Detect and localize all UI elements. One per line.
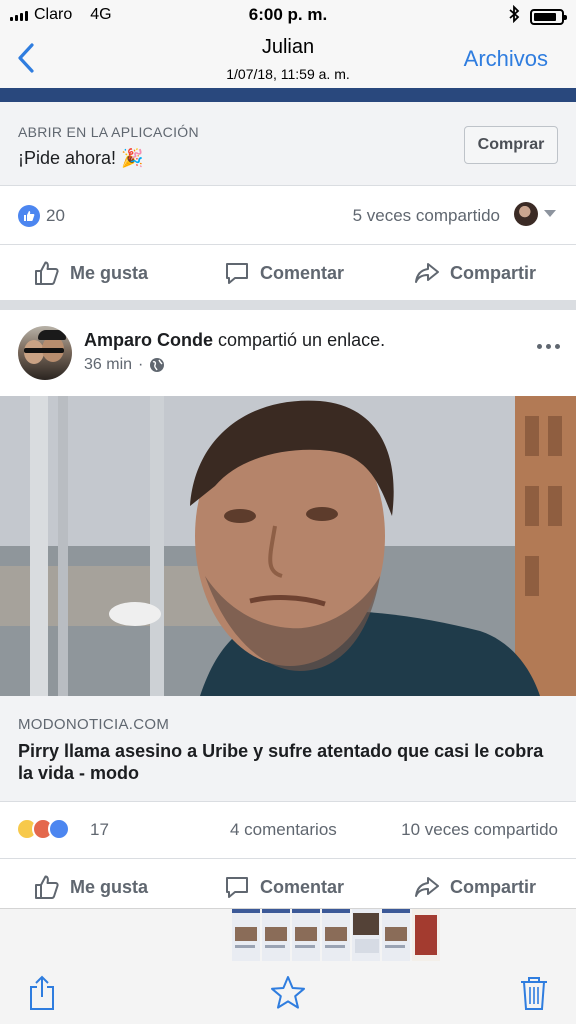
comprar-button[interactable]: Comprar xyxy=(464,126,558,164)
news-photo xyxy=(0,396,576,696)
post2-header: Amparo Conde compartió un enlace. 36 min… xyxy=(0,310,576,398)
link-preview-image[interactable] xyxy=(0,396,576,696)
post-author-line: Amparo Conde compartió un enlace. xyxy=(84,330,385,351)
share-arrow-icon xyxy=(415,263,439,283)
photo-thumbnail[interactable] xyxy=(352,909,380,961)
status-bar: Claro 4G 6:00 p. m. xyxy=(0,0,576,30)
author-name[interactable]: Amparo Conde xyxy=(84,330,213,350)
photo-thumbnail[interactable] xyxy=(412,909,440,961)
status-time: 6:00 p. m. xyxy=(248,5,328,24)
photo-thumbnail[interactable] xyxy=(382,909,410,961)
link-preview-info[interactable]: MODONOTICIA.COM Pirry llama asesino a Ur… xyxy=(0,696,576,802)
reactions-summary[interactable] xyxy=(16,818,70,840)
like-button[interactable]: Me gusta xyxy=(34,245,148,301)
photo-thumbnail-strip[interactable] xyxy=(232,909,440,961)
post1-stats: 20 5 veces compartido xyxy=(0,188,576,244)
share-arrow-icon xyxy=(415,877,439,897)
post2-stats: 17 4 comentarios 10 veces compartido xyxy=(0,802,576,858)
photo-thumbnail[interactable] xyxy=(232,909,260,961)
comment-button[interactable]: Comentar xyxy=(224,245,344,301)
post-time[interactable]: 36 min xyxy=(84,356,132,374)
like-label: Me gusta xyxy=(70,876,149,897)
post-separator xyxy=(0,300,576,310)
facebook-header-strip xyxy=(0,88,576,102)
sharer-avatar[interactable] xyxy=(514,202,538,226)
share-label: Compartir xyxy=(450,876,537,897)
archivos-button[interactable]: Archivos xyxy=(464,46,548,72)
like-count[interactable]: 20 xyxy=(46,206,65,226)
like-button[interactable]: Me gusta xyxy=(34,859,148,908)
share-button[interactable]: Compartir xyxy=(414,859,536,908)
reaction-count[interactable]: 17 xyxy=(90,820,109,840)
photo-thumbnail[interactable] xyxy=(262,909,290,961)
open-in-app-banner: ABRIR EN LA APLICACIÓN ¡Pide ahora! 🎉 Co… xyxy=(0,102,576,186)
caret-down-icon[interactable] xyxy=(544,210,556,217)
trash-icon xyxy=(521,977,547,1010)
shares-count[interactable]: 10 veces compartido xyxy=(401,820,558,840)
delete-button[interactable] xyxy=(514,973,554,1013)
comment-button[interactable]: Comentar xyxy=(224,859,344,908)
navigation-bar: Julian 1/07/18, 11:59 a. m. Archivos xyxy=(0,30,576,88)
link-title[interactable]: Pirry llama asesino a Uribe y sufre aten… xyxy=(18,740,558,784)
post-action-text: compartió un enlace. xyxy=(213,330,386,350)
globe-icon xyxy=(150,358,165,372)
battery-icon xyxy=(530,8,567,25)
cta-title: ¡Pide ahora! 🎉 xyxy=(18,148,144,168)
thumbs-up-icon xyxy=(35,261,59,285)
photo-thumbnail-selected[interactable] xyxy=(292,909,320,961)
photo-toolbar xyxy=(0,908,576,1024)
share-label: Compartir xyxy=(450,262,537,283)
like-reaction-icon xyxy=(18,205,40,227)
thumbs-up-icon xyxy=(35,875,59,899)
meta-dot: · xyxy=(138,356,144,373)
share-button[interactable]: Compartir xyxy=(414,245,536,301)
post1-actions: Me gusta Comentar Compartir xyxy=(0,244,576,300)
comment-label: Comentar xyxy=(260,262,345,283)
share-button-toolbar[interactable] xyxy=(22,973,62,1013)
post-meta: 36 min · xyxy=(84,356,165,374)
star-icon xyxy=(271,976,305,1009)
photo-thumbnail[interactable] xyxy=(322,909,350,961)
bluetooth-icon xyxy=(508,4,520,28)
post2-actions: Me gusta Comentar Compartir xyxy=(0,858,576,908)
feed-content[interactable]: ABRIR EN LA APLICACIÓN ¡Pide ahora! 🎉 Co… xyxy=(0,102,576,908)
more-options-icon[interactable] xyxy=(537,344,560,349)
like-reaction-icon xyxy=(48,818,70,840)
comment-label: Comentar xyxy=(260,876,345,897)
comment-icon xyxy=(226,877,248,898)
comment-icon xyxy=(226,263,248,284)
shares-count[interactable]: 5 veces compartido xyxy=(353,206,500,226)
cta-label: ABRIR EN LA APLICACIÓN xyxy=(18,124,199,140)
favorite-button[interactable] xyxy=(268,973,308,1013)
status-right xyxy=(508,4,567,28)
author-avatar[interactable] xyxy=(18,326,72,380)
like-label: Me gusta xyxy=(70,262,149,283)
link-domain: MODONOTICIA.COM xyxy=(18,716,170,733)
share-icon xyxy=(30,975,54,1010)
comments-count[interactable]: 4 comentarios xyxy=(230,820,337,840)
